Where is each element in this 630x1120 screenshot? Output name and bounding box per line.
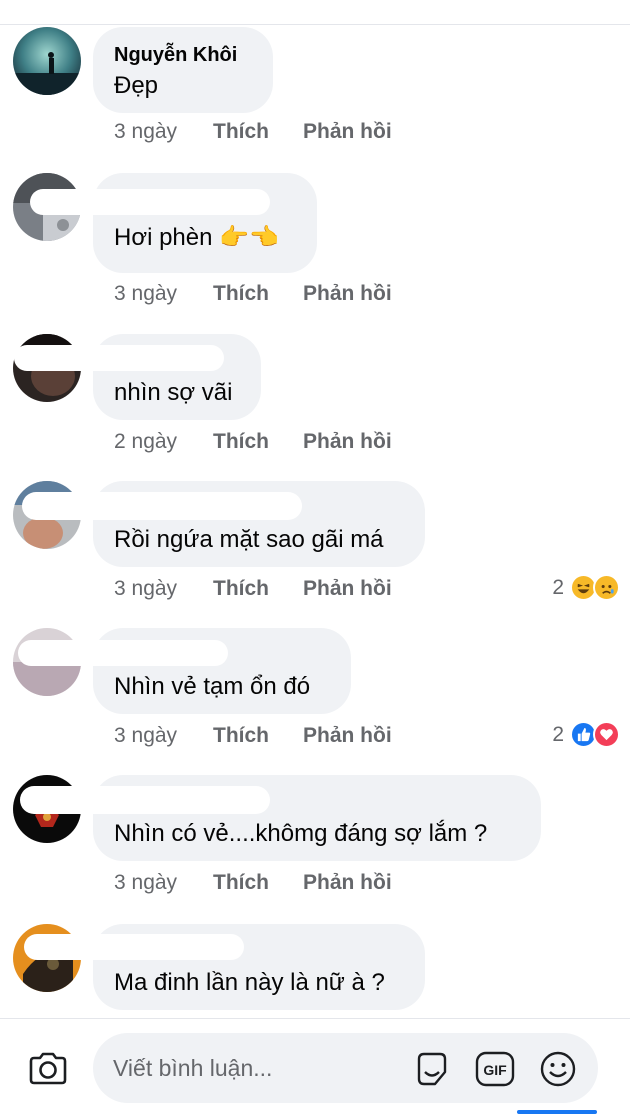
love-icon [593, 721, 620, 748]
comment-input[interactable] [113, 1051, 403, 1085]
comment-text: Đẹp [114, 72, 159, 99]
reaction-summary[interactable]: 2 [552, 574, 620, 601]
comment-actions: 3 ngày Thích Phản hồi [114, 282, 392, 306]
comment-time[interactable]: 2 ngày [114, 430, 213, 454]
redaction-mark [18, 640, 228, 666]
like-button[interactable]: Thích [213, 282, 303, 306]
comment-actions: 3 ngày Thích Phản hồi [114, 724, 392, 748]
comment-text: Ma đinh lần này là nữ à ? [114, 969, 385, 996]
comment-actions: 3 ngày Thích Phản hồi [114, 120, 392, 144]
reaction-summary[interactable]: 2 [552, 721, 620, 748]
comment-text: Rồi ngứa mặt sao gãi má [114, 526, 384, 553]
comment-time[interactable]: 3 ngày [114, 871, 213, 895]
avatar[interactable] [13, 27, 81, 95]
like-button[interactable]: Thích [213, 724, 303, 748]
comment-time[interactable]: 3 ngày [114, 724, 213, 748]
like-button[interactable]: Thích [213, 120, 303, 144]
comment-text: Hơi phèn 👉👈 [114, 224, 279, 251]
comment-text: Nhìn có vẻ....khômg đáng sợ lắm ? [114, 820, 488, 847]
like-button[interactable]: Thích [213, 430, 303, 454]
redaction-mark [30, 189, 270, 215]
reaction-count: 2 [552, 722, 564, 746]
comment-time[interactable]: 3 ngày [114, 120, 213, 144]
comment-text: nhìn sợ vãi [114, 379, 233, 406]
redaction-mark [20, 786, 270, 814]
comment-bubble[interactable]: Nguyễn Khôi Đẹp [93, 27, 273, 113]
comment-input-container: GIF [93, 1033, 598, 1103]
redaction-mark [24, 934, 244, 960]
reply-button[interactable]: Phản hồi [303, 724, 392, 748]
gif-icon[interactable]: GIF [475, 1050, 515, 1088]
emoji-icon[interactable] [539, 1050, 577, 1088]
comment-actions: 3 ngày Thích Phản hồi [114, 871, 392, 895]
comment-author[interactable]: Nguyễn Khôi [114, 41, 253, 69]
header-divider [0, 24, 630, 25]
sticker-icon[interactable] [413, 1050, 451, 1088]
reply-button[interactable]: Phản hồi [303, 120, 392, 144]
redaction-mark [22, 492, 302, 520]
camera-icon[interactable] [26, 1047, 70, 1091]
reply-button[interactable]: Phản hồi [303, 871, 392, 895]
comment-actions: 3 ngày Thích Phản hồi [114, 577, 392, 601]
reply-button[interactable]: Phản hồi [303, 577, 392, 601]
comment-bubble[interactable]: Hơi phèn 👉👈 [93, 173, 317, 273]
sad-icon [593, 574, 620, 601]
reaction-count: 2 [552, 575, 564, 599]
reply-button[interactable]: Phản hồi [303, 282, 392, 306]
home-indicator [517, 1110, 597, 1114]
like-button[interactable]: Thích [213, 577, 303, 601]
gif-label: GIF [483, 1062, 507, 1078]
like-button[interactable]: Thích [213, 871, 303, 895]
comment-actions: 2 ngày Thích Phản hồi [114, 430, 392, 454]
comment-composer: GIF [0, 1018, 630, 1120]
reply-button[interactable]: Phản hồi [303, 430, 392, 454]
comment-text: Nhìn vẻ tạm ổn đó [114, 673, 311, 700]
comment-time[interactable]: 3 ngày [114, 282, 213, 306]
redaction-mark [14, 345, 224, 371]
comment-time[interactable]: 3 ngày [114, 577, 213, 601]
